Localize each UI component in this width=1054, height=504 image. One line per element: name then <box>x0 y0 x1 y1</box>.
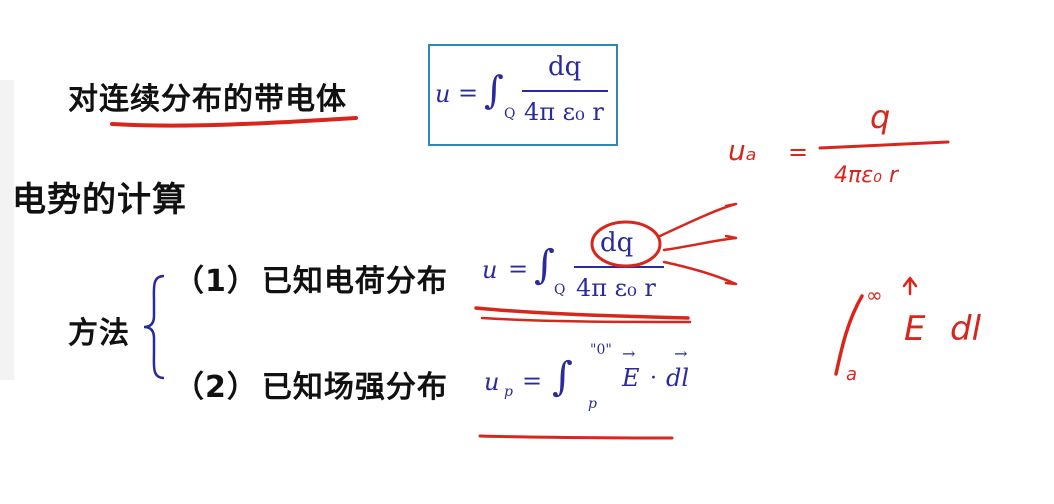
f1-lhs: u <box>482 256 498 284</box>
intro-text: 对连续分布的带电体 <box>68 82 347 117</box>
f2-equals: = <box>522 367 543 395</box>
hw-dl: dl <box>950 309 982 349</box>
item-1-num: （1） <box>174 264 258 299</box>
underline-intro <box>110 116 358 128</box>
hw-equals: = <box>788 138 808 166</box>
box-numerator: dq <box>548 52 582 82</box>
hw-e-arrow-head <box>902 276 918 288</box>
hw-ua: uₐ <box>728 134 757 167</box>
formula-2: u p = ∫ "0" p → E · → dl <box>482 340 722 420</box>
underline-f2 <box>478 434 674 440</box>
f2-lhs: u <box>484 368 500 396</box>
hw-numerator: q <box>870 98 890 136</box>
box-denominator: 4π ε₀ r <box>524 98 604 126</box>
hw-fraction-bar <box>818 140 950 150</box>
f1-denominator: 4π ε₀ r <box>576 274 656 302</box>
f2-lhs-sub: p <box>504 384 513 400</box>
formula-box: u = ∫ Q dq 4π ε₀ r <box>428 44 618 146</box>
method-label: 方法 <box>68 316 130 351</box>
item-1: （1） 已知电荷分布 <box>174 256 448 300</box>
f1-integral-sub: Q <box>554 282 566 298</box>
item-2: （2） 已知场强分布 <box>174 362 448 406</box>
f2-upper-limit: "0" <box>590 342 612 358</box>
f2-e-vector-arrow: → <box>622 344 636 363</box>
section-title: 电势的计算 <box>12 180 187 220</box>
f2-dl: dl <box>666 364 690 392</box>
f2-integral-sign: ∫ <box>552 354 573 400</box>
left-edge-strip <box>0 80 14 380</box>
hw-integral-sign <box>834 294 864 376</box>
f1-equals: = <box>508 255 529 283</box>
underline-f1-b <box>480 316 692 324</box>
method-brace <box>143 274 165 380</box>
f2-e: E <box>622 364 640 392</box>
f2-dot: · <box>650 366 657 391</box>
f2-lower-limit: p <box>588 396 597 412</box>
f1-numerator: dq <box>600 228 634 258</box>
box-lhs: u <box>435 80 451 108</box>
item-2-label: 已知场强分布 <box>261 370 448 405</box>
f1-fraction-bar <box>574 266 664 268</box>
box-integral-sign: ∫ <box>484 68 504 112</box>
hw-int-lower: a <box>846 364 857 385</box>
box-equals: = <box>458 79 479 107</box>
item-1-label: 已知电荷分布 <box>261 264 448 299</box>
f1-integral-sign: ∫ <box>534 242 555 288</box>
f2-l-vector-arrow: → <box>674 344 688 363</box>
hw-denominator: 4πε₀ r <box>834 163 900 188</box>
box-integral-sub: Q <box>504 106 516 122</box>
item-2-num: （2） <box>174 370 258 405</box>
hw-int-upper: ∞ <box>866 283 883 307</box>
box-fraction-bar <box>522 90 608 92</box>
formula-1: u = ∫ Q dq 4π ε₀ r <box>478 224 678 314</box>
hw-e: E <box>904 309 926 349</box>
